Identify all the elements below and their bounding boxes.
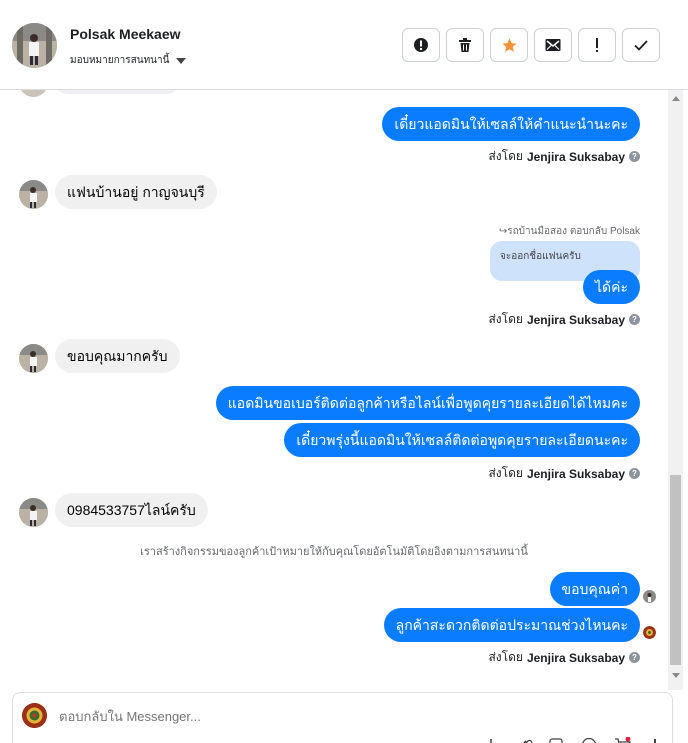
help-icon[interactable]: ? <box>629 468 640 479</box>
sent-by-label: ส่งโดย Jenjira Suksabay ? <box>488 310 640 329</box>
sent-by-label: ส่งโดย Jenjira Suksabay ? <box>488 147 640 166</box>
agent-name: Jenjira Suksabay <box>526 650 625 665</box>
contact-avatar[interactable] <box>12 23 57 68</box>
header-actions <box>402 28 660 62</box>
incoming-message: แฟนบ้านอยู่ กาญจนบุรี <box>55 175 217 209</box>
outgoing-message: ได้ค่ะ <box>582 270 640 304</box>
report-button[interactable] <box>402 28 440 62</box>
envelope-icon <box>545 39 561 51</box>
follow-up-button[interactable] <box>578 28 616 62</box>
add-icon[interactable] <box>483 737 499 743</box>
contact-avatar-small <box>19 344 48 373</box>
sent-by-label: ส่งโดย Jenjira Suksabay ? <box>488 648 640 667</box>
more-icon[interactable] <box>647 737 663 743</box>
template-icon[interactable] <box>548 737 564 743</box>
trash-icon <box>459 38 471 52</box>
help-icon[interactable]: ? <box>629 314 640 325</box>
outgoing-message: เดี๋ยวแอดมินให้เซลล์ให้คำแนะนำนะคะ <box>382 107 640 141</box>
agent-name: Jenjira Suksabay <box>526 466 625 481</box>
help-icon[interactable]: ? <box>629 652 640 663</box>
sent-by-prefix: ส่งโดย <box>488 650 523 664</box>
sent-by-prefix: ส่งโดย <box>488 466 523 480</box>
page-avatar <box>643 626 656 639</box>
report-icon <box>414 38 428 52</box>
outgoing-message: ลูกค้าสะดวกติดต่อประมาณช่วงไหนคะ <box>383 608 640 642</box>
delete-button[interactable] <box>446 28 484 62</box>
mark-unread-button[interactable] <box>534 28 572 62</box>
star-icon <box>501 37 517 52</box>
assign-label: มอบหมายการสนทนานี้ <box>70 55 170 66</box>
outgoing-message: เดี๋ยวพรุ่งนี้แอดมินให้เซลล์ติดต่อพูดคุย… <box>284 423 640 457</box>
attachment-icon[interactable] <box>518 737 534 743</box>
assign-conversation-dropdown[interactable]: มอบหมายการสนทนานี้ <box>70 53 187 68</box>
scroll-up-arrow-icon[interactable] <box>672 96 680 101</box>
contact-avatar-small <box>19 498 48 527</box>
scrollbar-thumb[interactable] <box>670 475 681 665</box>
sent-by-prefix: ส่งโดย <box>488 312 523 326</box>
page-avatar <box>22 703 47 728</box>
mark-done-button[interactable] <box>622 28 660 62</box>
chevron-down-icon <box>176 57 187 64</box>
partial-message <box>55 90 180 94</box>
sent-by-label: ส่งโดย Jenjira Suksabay ? <box>488 464 640 483</box>
reply-composer <box>12 692 673 743</box>
seen-avatar <box>643 590 656 603</box>
cart-icon[interactable] <box>614 736 631 743</box>
message-thread[interactable]: เดี๋ยวแอดมินให้เซลล์ให้คำแนะนำนะคะ ส่งโด… <box>0 90 668 690</box>
check-icon <box>634 40 648 51</box>
agent-name: Jenjira Suksabay <box>526 312 625 327</box>
incoming-message: ขอบคุณมากครับ <box>55 339 180 373</box>
exclamation-icon <box>596 38 598 52</box>
contact-avatar-small <box>19 180 48 209</box>
contact-avatar-small <box>19 90 48 97</box>
outgoing-message: ขอบคุณค่า <box>549 572 640 606</box>
sent-by-prefix: ส่งโดย <box>488 149 523 163</box>
emoji-icon[interactable] <box>581 737 597 743</box>
help-icon[interactable]: ? <box>629 151 640 162</box>
outgoing-message: แอดมินขอเบอร์ติดต่อลูกค้าหรือไลน์เพื่อพู… <box>215 386 640 420</box>
scroll-down-arrow-icon[interactable] <box>672 673 680 678</box>
system-note: เราสร้างกิจกรรมของลูกค้าเป้าหมายให้กับคุ… <box>140 546 528 558</box>
reply-context: ↪รถบ้านมือสอง ตอบกลับ Polsak <box>498 226 640 237</box>
incoming-message: 0984533757ไลน์ครับ <box>55 493 208 527</box>
star-button[interactable] <box>490 28 528 62</box>
agent-name: Jenjira Suksabay <box>526 149 625 164</box>
reply-input[interactable] <box>59 709 459 724</box>
contact-name: Polsak Meekaew <box>70 26 181 42</box>
conversation-header: Polsak Meekaew มอบหมายการสนทนานี้ <box>0 0 688 90</box>
